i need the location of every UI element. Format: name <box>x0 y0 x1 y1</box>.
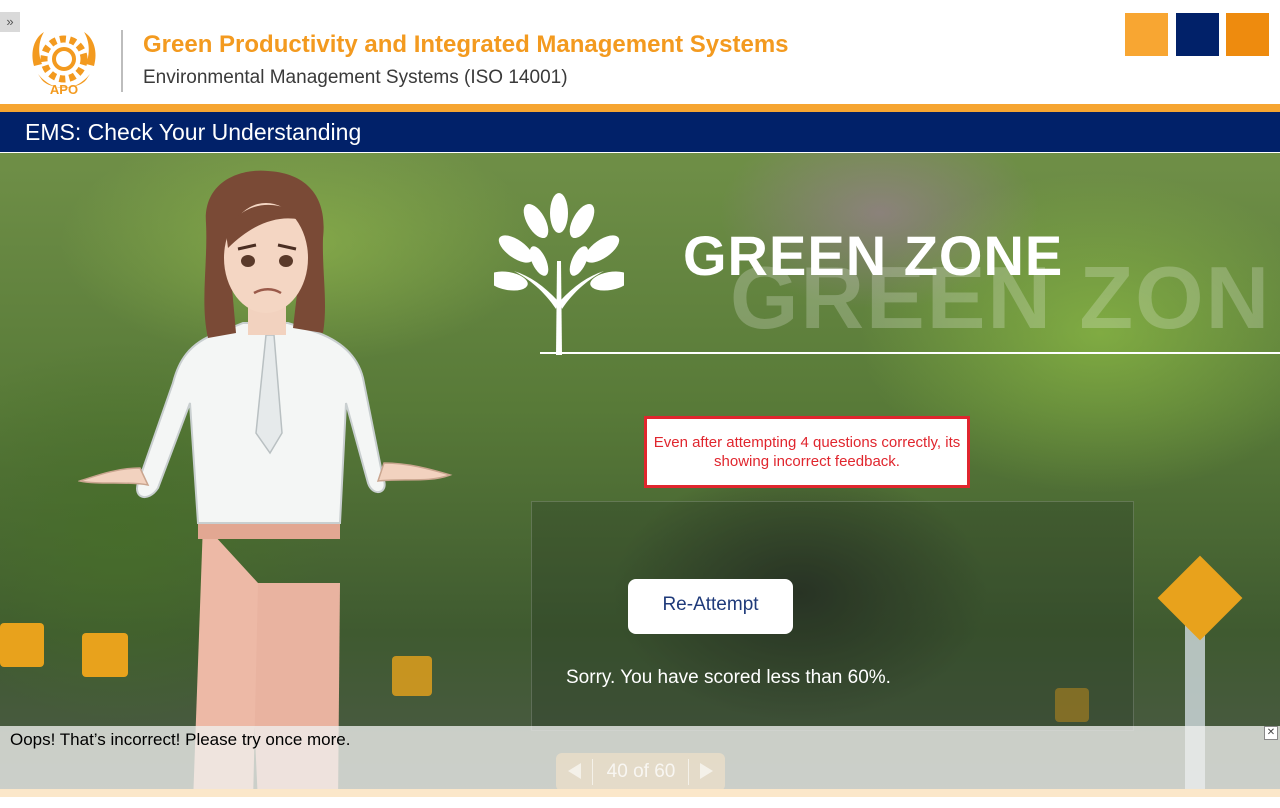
score-message: Sorry. You have scored less than 60%. <box>566 667 891 688</box>
section-title: EMS: Check Your Understanding <box>25 119 362 145</box>
bottom-strip <box>0 789 1280 808</box>
pager-divider <box>592 759 593 785</box>
green-zone-heading: GREEN ZONE <box>683 224 1064 287</box>
heading-underline <box>540 352 1280 354</box>
confused-woman-character <box>78 170 453 793</box>
sidebar-toggle-button[interactable]: » <box>0 12 20 32</box>
result-panel <box>531 501 1134 731</box>
slide-stage: GREEN ZON GREEN ZONE Even after attempti… <box>0 153 1280 793</box>
slide-pager: 40 of 60 <box>556 753 725 791</box>
course-header: » APO Green Productivity and Integrated … <box>0 0 1280 104</box>
pager-divider <box>688 759 689 785</box>
course-title: Green Productivity and Integrated Manage… <box>143 31 789 58</box>
navy-square-button[interactable] <box>1176 13 1219 56</box>
re-attempt-button[interactable]: Re-Attempt <box>628 579 793 634</box>
orange-square-button[interactable] <box>1125 13 1168 56</box>
header-divider <box>121 30 123 92</box>
road-sign <box>1157 555 1243 641</box>
annotation-callout: Even after attempting 4 questions correc… <box>644 416 970 488</box>
header-accent-stripe <box>0 104 1280 112</box>
feedback-message: Oops! That’s incorrect! Please try once … <box>10 730 351 749</box>
bottom-accent <box>0 789 1280 797</box>
next-slide-button[interactable] <box>700 763 713 779</box>
previous-slide-button[interactable] <box>568 763 581 779</box>
dark-orange-square-button[interactable] <box>1226 13 1269 56</box>
tree-icon <box>494 193 624 355</box>
close-icon[interactable]: ✕ <box>1264 726 1278 740</box>
road-sign <box>0 623 44 667</box>
slide-counter: 40 of 60 <box>606 761 676 782</box>
course-subtitle: Environmental Management Systems (ISO 14… <box>143 67 568 88</box>
apo-logo: APO <box>32 32 96 96</box>
logo-text: APO <box>50 82 78 96</box>
section-title-bar: EMS: Check Your Understanding <box>0 112 1280 153</box>
